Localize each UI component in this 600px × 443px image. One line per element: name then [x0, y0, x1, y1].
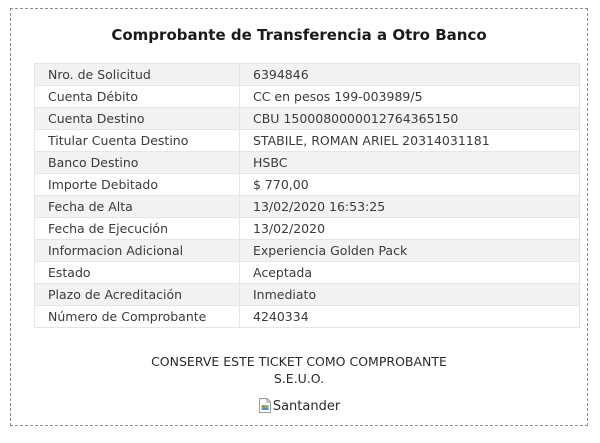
notice-line-conserve: CONSERVE ESTE TICKET COMO COMPROBANTE	[151, 354, 447, 369]
notice-line-seuo: S.E.U.O.	[273, 371, 325, 386]
table-row: Fecha de Ejecución 13/02/2020	[34, 217, 580, 240]
table-row: Importe Debitado $ 770,00	[34, 173, 580, 196]
table-row: Titular Cuenta Destino STABILE, ROMAN AR…	[34, 129, 580, 152]
row-label: Fecha de Ejecución	[34, 217, 240, 240]
row-label: Número de Comprobante	[34, 305, 240, 328]
logo-alt-text: Santander	[272, 399, 341, 414]
row-value: 13/02/2020	[239, 217, 580, 240]
row-value: 4240334	[239, 305, 580, 328]
row-label: Nro. de Solicitud	[34, 63, 240, 86]
receipt-details-table: Nro. de Solicitud 6394846 Cuenta Débito …	[34, 63, 580, 328]
table-row: Nro. de Solicitud 6394846	[34, 63, 580, 86]
receipt-title: Comprobante de Transferencia a Otro Banc…	[111, 26, 487, 44]
table-row: Número de Comprobante 4240334	[34, 305, 580, 328]
row-value: Aceptada	[239, 261, 580, 284]
table-row: Banco Destino HSBC	[34, 151, 580, 174]
row-value: CC en pesos 199-003989/5	[239, 85, 580, 108]
row-label: Cuenta Débito	[34, 85, 240, 108]
transfer-receipt: Comprobante de Transferencia a Otro Banc…	[10, 8, 588, 426]
row-value: Inmediato	[239, 283, 580, 306]
row-label: Banco Destino	[34, 151, 240, 174]
row-value: $ 770,00	[239, 173, 580, 196]
row-label: Titular Cuenta Destino	[34, 129, 240, 152]
row-value: CBU 1500080000012764365150	[239, 107, 580, 130]
row-label: Fecha de Alta	[34, 195, 240, 218]
table-row: Cuenta Destino CBU 150008000001276436515…	[34, 107, 580, 130]
row-value: STABILE, ROMAN ARIEL 20314031181	[239, 129, 580, 152]
row-value: 13/02/2020 16:53:25	[239, 195, 580, 218]
ticket-notice: CONSERVE ESTE TICKET COMO COMPROBANTE S.…	[11, 353, 587, 387]
row-label: Plazo de Acreditación	[34, 283, 240, 306]
row-value: 6394846	[239, 63, 580, 86]
row-label: Cuenta Destino	[34, 107, 240, 130]
row-value: Experiencia Golden Pack	[239, 239, 580, 262]
santander-logo: Santander	[11, 398, 587, 416]
row-value: HSBC	[239, 151, 580, 174]
row-label: Estado	[34, 261, 240, 284]
row-label: Informacion Adicional	[34, 239, 240, 262]
table-row: Plazo de Acreditación Inmediato	[34, 283, 580, 306]
broken-image-icon	[258, 398, 272, 413]
table-row: Fecha de Alta 13/02/2020 16:53:25	[34, 195, 580, 218]
table-row: Informacion Adicional Experiencia Golden…	[34, 239, 580, 262]
row-label: Importe Debitado	[34, 173, 240, 196]
table-row: Cuenta Débito CC en pesos 199-003989/5	[34, 85, 580, 108]
table-row: Estado Aceptada	[34, 261, 580, 284]
